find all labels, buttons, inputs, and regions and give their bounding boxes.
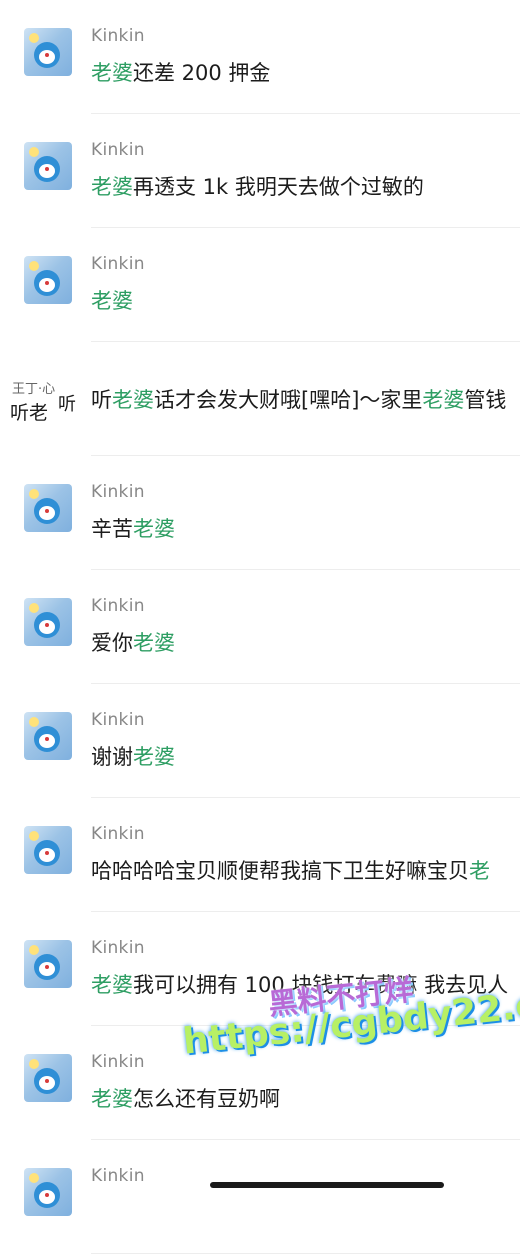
message-preview: 老婆再透支 1k 我明天去做个过敏的 [91, 171, 424, 201]
group-avatar-bottom-text: 听老 [10, 402, 49, 424]
message-preview: 老婆还差 200 押金 [91, 57, 270, 87]
message-text: 怎么还有豆奶啊 [133, 1087, 280, 1111]
contact-name: Kinkin [91, 482, 145, 502]
chat-row[interactable]: Kinkin 爱你老婆 [0, 570, 520, 684]
highlight-keyword: 老婆 [91, 175, 133, 199]
message-preview: 辛苦老婆 [91, 513, 175, 543]
message-preview: 爱你老婆 [91, 627, 175, 657]
chat-row[interactable]: Kinkin 老婆还差 200 押金 [0, 0, 520, 114]
message-text: 谢谢 [91, 745, 133, 769]
doraemon-avatar-icon [24, 256, 72, 304]
doraemon-avatar-icon [24, 28, 72, 76]
message-text: 还差 200 押金 [133, 61, 271, 85]
message-preview: 老婆 [91, 285, 133, 315]
contact-name: Kinkin [91, 1166, 145, 1186]
message-preview: 谢谢老婆 [91, 741, 175, 771]
highlight-keyword: 老婆 [91, 973, 133, 997]
highlight-keyword: 老婆 [91, 289, 133, 313]
doraemon-avatar-icon [24, 826, 72, 874]
group-avatar-top-text: 王丁·心 [12, 382, 56, 397]
chat-row[interactable]: Kinkin 谢谢老婆 [0, 684, 520, 798]
message-text: 哈哈哈哈宝贝顺便帮我搞下卫生好嘛宝贝 [91, 859, 469, 883]
contact-name: Kinkin [91, 596, 145, 616]
contact-name: Kinkin [91, 254, 145, 274]
doraemon-avatar-icon [24, 940, 72, 988]
chat-row[interactable]: Kinkin [0, 1140, 520, 1254]
message-preview: 哈哈哈哈宝贝顺便帮我搞下卫生好嘛宝贝老 [91, 855, 490, 885]
doraemon-avatar-icon [24, 1054, 72, 1102]
message-preview: 听老婆话才会发大财哦[嘿哈]～家里老婆管钱 [91, 384, 506, 414]
group-avatar[interactable]: 王丁·心 听老 听 [8, 378, 80, 426]
highlight-keyword: 老婆 [133, 517, 175, 541]
contact-name: Kinkin [91, 140, 145, 160]
highlight-keyword: 老婆 [91, 1087, 133, 1111]
contact-name: Kinkin [91, 1052, 145, 1072]
contact-name: Kinkin [91, 710, 145, 730]
highlight-keyword: 老婆 [112, 388, 154, 412]
message-text: 辛苦 [91, 517, 133, 541]
doraemon-avatar-icon [24, 1168, 72, 1216]
chat-row[interactable]: Kinkin 老婆 [0, 228, 520, 342]
message-preview: 老婆怎么还有豆奶啊 [91, 1083, 280, 1113]
contact-name: Kinkin [91, 938, 145, 958]
chat-row[interactable]: Kinkin 哈哈哈哈宝贝顺便帮我搞下卫生好嘛宝贝老 [0, 798, 520, 912]
message-text: 话才会发大财哦[嘿哈]～家里 [154, 388, 423, 412]
contact-name: Kinkin [91, 824, 145, 844]
home-indicator [210, 1182, 444, 1188]
highlight-keyword: 老婆 [133, 745, 175, 769]
chat-row[interactable]: Kinkin 老婆再透支 1k 我明天去做个过敏的 [0, 114, 520, 228]
highlight-keyword: 老婆 [91, 61, 133, 85]
message-text: 再透支 1k 我明天去做个过敏的 [133, 175, 424, 199]
highlight-keyword: 老婆 [133, 631, 175, 655]
highlight-keyword: 老婆 [422, 388, 465, 412]
group-avatar-side-text: 听 [58, 394, 76, 415]
doraemon-avatar-icon [24, 712, 72, 760]
doraemon-avatar-icon [24, 142, 72, 190]
message-text: 爱你 [91, 631, 133, 655]
message-text: 管钱 [464, 388, 507, 412]
contact-name: Kinkin [91, 26, 145, 46]
highlight-keyword: 老 [469, 859, 490, 883]
chat-row[interactable]: Kinkin 辛苦老婆 [0, 456, 520, 570]
doraemon-avatar-icon [24, 484, 72, 532]
doraemon-avatar-icon [24, 598, 72, 646]
message-text: 听 [91, 388, 112, 412]
